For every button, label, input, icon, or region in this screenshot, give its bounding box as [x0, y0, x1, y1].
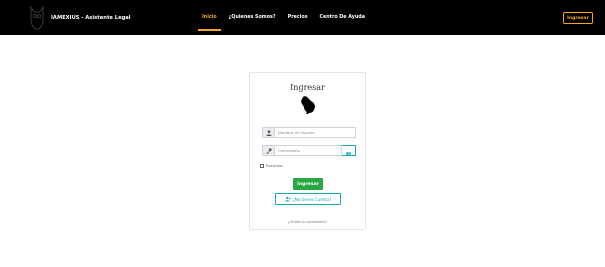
- nav-item-label: Centro De Ayuda: [319, 15, 365, 20]
- nav-item-precios[interactable]: Precios: [282, 15, 314, 20]
- show-password-button[interactable]: [342, 145, 356, 156]
- user-icon: [262, 127, 274, 138]
- login-title: Ingresar: [290, 83, 325, 92]
- brand[interactable]: IAMEXIUS - Asistente Legal: [26, 4, 131, 32]
- navbar-login-button[interactable]: Ingresar: [563, 12, 593, 24]
- forgot-password-link[interactable]: ¿Olvidó su contraseña?: [250, 220, 365, 224]
- register-label: ¿No tienes Cuenta?: [292, 196, 332, 202]
- nav-item-inicio[interactable]: Inicio: [196, 15, 223, 31]
- hand-pointing-icon: [300, 95, 316, 115]
- nav-item-label: Precios: [287, 15, 308, 20]
- password-input[interactable]: Contraseña: [274, 145, 342, 156]
- nav-item-label: Inicio: [202, 15, 217, 20]
- key-icon: [262, 145, 274, 156]
- active-indicator: [198, 29, 221, 31]
- top-navbar: IAMEXIUS - Asistente Legal Inicio ¿Quien…: [0, 0, 605, 35]
- login-submit-button[interactable]: Ingresar: [293, 178, 323, 190]
- add-user-icon: [284, 196, 291, 202]
- username-input[interactable]: Nombre de Usuario: [274, 127, 356, 138]
- eye-icon: [345, 141, 352, 160]
- nav-item-quienes-somos[interactable]: ¿Quienes Somos?: [223, 15, 282, 20]
- owl-logo-icon: [26, 4, 48, 32]
- remember-label: Recordar: [266, 163, 284, 168]
- brand-name: IAMEXIUS - Asistente Legal: [51, 15, 131, 21]
- login-card: Ingresar Nombre de Usuario Contraseña Re…: [249, 72, 366, 230]
- remember-checkbox[interactable]: [260, 163, 264, 168]
- username-group: Nombre de Usuario: [262, 127, 356, 138]
- remember-group: Recordar: [260, 163, 283, 168]
- register-button[interactable]: ¿No tienes Cuenta?: [275, 193, 341, 205]
- nav-item-centro-de-ayuda[interactable]: Centro De Ayuda: [313, 15, 370, 20]
- nav-menu: Inicio ¿Quienes Somos? Precios Centro De…: [196, 0, 371, 35]
- nav-item-label: ¿Quienes Somos?: [228, 15, 276, 20]
- password-group: Contraseña: [262, 145, 356, 156]
